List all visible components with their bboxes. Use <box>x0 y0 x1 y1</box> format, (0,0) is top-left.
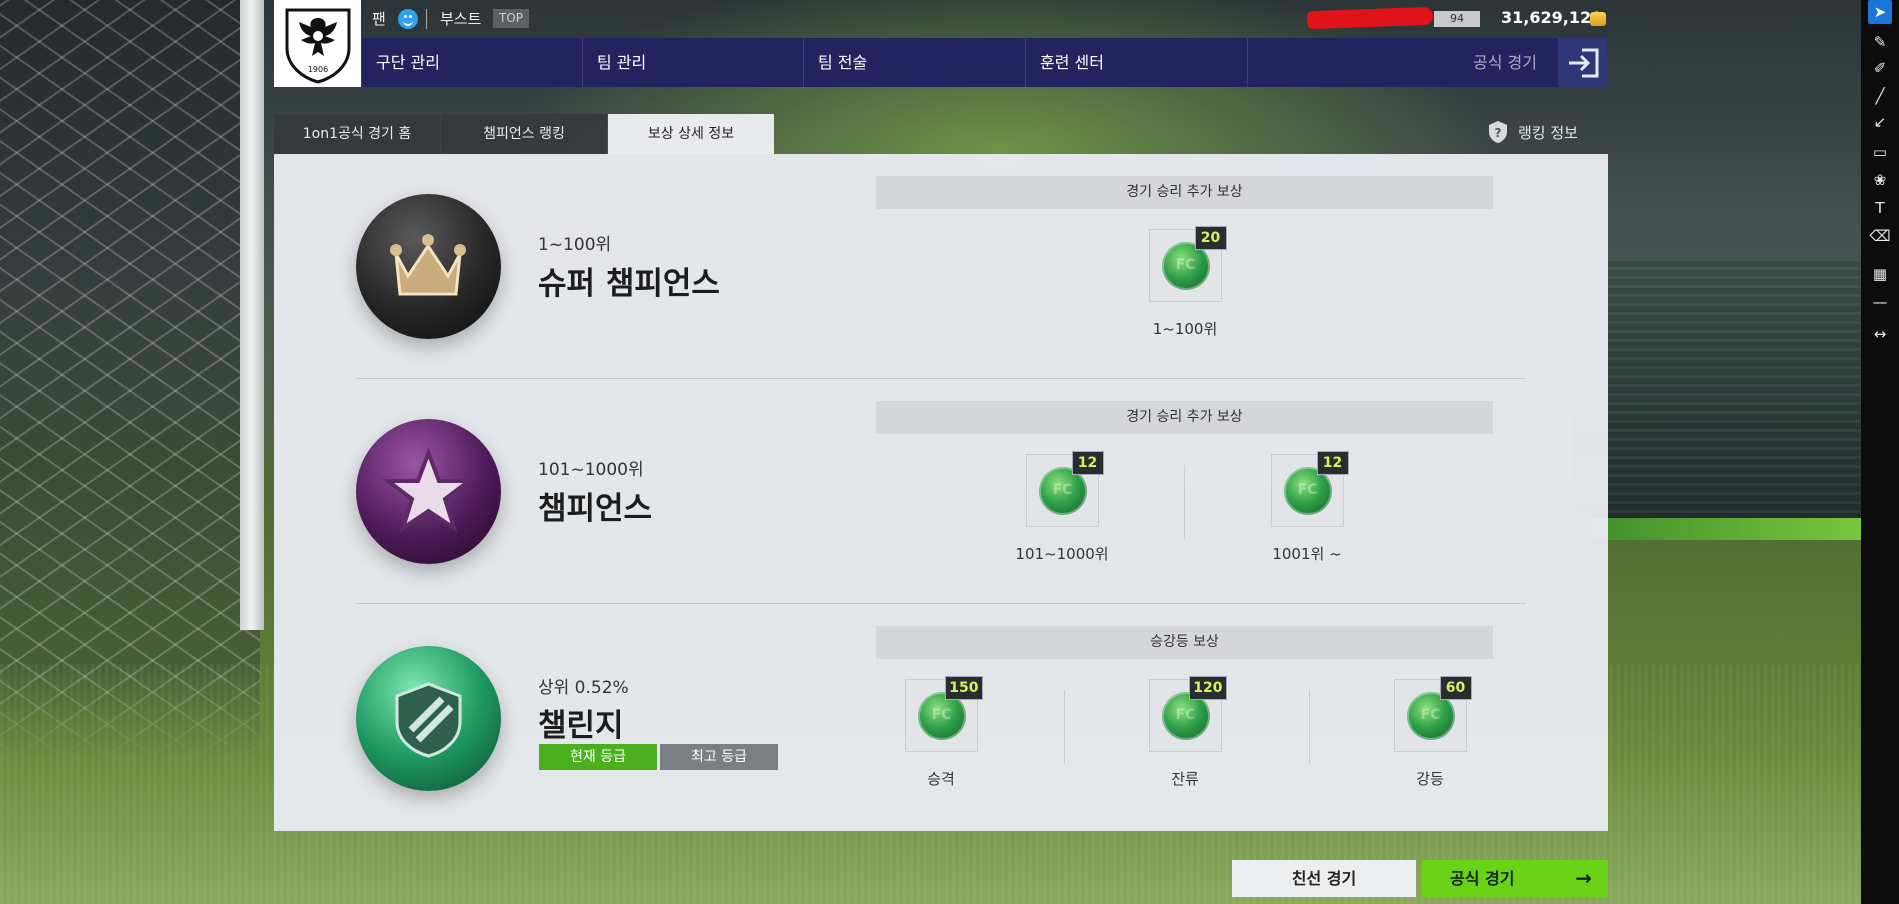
rectangle-tool-icon[interactable]: ▭ <box>1868 140 1892 164</box>
reward-item[interactable]: FC 12 1001위 ~ <box>1232 451 1382 564</box>
nav-team-management[interactable]: 팀 관리 <box>583 38 804 87</box>
reward-separator <box>1184 465 1185 539</box>
nav-training-center[interactable]: 훈련 센터 <box>1026 38 1248 87</box>
tab-champions-ranking[interactable]: 챔피언스 랭킹 <box>441 114 607 154</box>
club-logo[interactable]: 1906 <box>274 0 361 87</box>
tier-range: 101~1000위 <box>538 460 644 480</box>
reward-label: 강등 <box>1416 770 1444 788</box>
reward-box: FC 20 <box>1148 226 1227 302</box>
exit-icon <box>1568 48 1598 77</box>
reward-box: FC 150 <box>904 676 983 752</box>
stroke-width-icon[interactable]: — <box>1868 290 1892 314</box>
boost-label[interactable]: 부스트 <box>440 8 481 29</box>
current-grade-badge[interactable]: 현재 등급 <box>539 744 657 770</box>
reward-header: 경기 승리 추가 보상 <box>876 401 1493 434</box>
reward-details-panel: 1~100위 슈퍼 챔피언스 경기 승리 추가 보상 FC 20 1~100위 … <box>274 154 1608 831</box>
arrow-right-icon: → <box>1575 866 1592 890</box>
tier-row-champions: 101~1000위 챔피언스 경기 승리 추가 보상 FC 12 101~100… <box>274 379 1608 604</box>
level-badge: 94 <box>1434 11 1480 27</box>
goal-post <box>240 0 264 630</box>
tab-reward-details[interactable]: 보상 상세 정보 <box>608 114 774 154</box>
coin-balance: 31,629,120 <box>1501 8 1603 27</box>
line-tool-icon[interactable]: ╱ <box>1868 84 1892 108</box>
reward-box: FC 12 <box>1270 451 1349 527</box>
ranking-info-label: 랭킹 정보 <box>1518 123 1578 142</box>
best-grade-badge[interactable]: 최고 등급 <box>660 744 778 770</box>
challenge-ball-icon <box>356 646 501 791</box>
friendly-match-button[interactable]: 친선 경기 <box>1232 860 1416 897</box>
nav-club-management[interactable]: 구단 관리 <box>362 38 583 87</box>
reward-item[interactable]: FC 20 1~100위 <box>1110 226 1260 339</box>
boost-top-badge: TOP <box>493 9 530 28</box>
annotation-toolbar: ➤ ✎ ✐ ╱ ↙ ▭ ❀ T ⌫ ▦ — ↔ <box>1861 0 1899 904</box>
paint-tool-icon[interactable]: ❀ <box>1868 168 1892 192</box>
reward-label: 1~100위 <box>1152 320 1218 338</box>
ranking-info-button[interactable]: ? 랭킹 정보 <box>1488 118 1578 146</box>
tier-name: 챔피언스 <box>538 491 653 527</box>
reward-quantity: 60 <box>1439 676 1472 700</box>
reward-item[interactable]: FC 60 강등 <box>1355 676 1505 789</box>
tier-row-super-champions: 1~100위 슈퍼 챔피언스 경기 승리 추가 보상 FC 20 1~100위 <box>274 154 1608 379</box>
reward-label: 잔류 <box>1171 770 1199 788</box>
tab-1on1-home[interactable]: 1on1공식 경기 홈 <box>274 114 440 154</box>
eagle-crest-icon: 1906 <box>285 8 350 84</box>
reward-quantity: 150 <box>945 676 983 700</box>
crown-icon <box>390 234 466 296</box>
reward-quantity: 120 <box>1189 676 1227 700</box>
eraser-tool-icon[interactable]: ⌫ <box>1868 224 1892 248</box>
shield-question-icon: ? <box>1489 121 1507 143</box>
reward-item[interactable]: FC 12 101~1000위 <box>987 451 1137 564</box>
fan-label[interactable]: 팬 <box>372 8 386 29</box>
marker-tool-icon[interactable]: ✐ <box>1868 56 1892 80</box>
reward-header: 경기 승리 추가 보상 <box>876 176 1493 209</box>
pencil-tool-icon[interactable]: ✎ <box>1868 30 1892 54</box>
status-bar: 팬 부스트 TOP 94 31,629,120 <box>362 0 1607 38</box>
official-match-label: 공식 경기 <box>1450 869 1515 888</box>
reward-quantity: 20 <box>1194 226 1227 250</box>
stadium-stands <box>1571 260 1861 540</box>
fan-mood-icon[interactable] <box>398 9 418 29</box>
champions-ball-icon <box>356 419 501 564</box>
tier-name: 슈퍼 챔피언스 <box>538 266 720 302</box>
pointer-tool-icon[interactable]: ➤ <box>1868 0 1892 24</box>
reward-label: 1001위 ~ <box>1272 545 1342 563</box>
super-champions-ball-icon <box>356 194 501 339</box>
tier-row-challenge: 상위 0.52% 챌린지 현재 등급 최고 등급 승강등 보상 FC 150 승… <box>274 604 1608 829</box>
shield-emblem-icon <box>395 682 462 758</box>
checker-tool-icon[interactable]: ▦ <box>1868 262 1892 286</box>
resize-toggle-icon[interactable]: ↔ <box>1868 322 1892 346</box>
svg-text:?: ? <box>1495 126 1502 140</box>
exit-button[interactable] <box>1558 38 1607 87</box>
reward-item[interactable]: FC 120 잔류 <box>1110 676 1260 789</box>
tier-name: 챌린지 <box>538 708 624 744</box>
text-tool-icon[interactable]: T <box>1868 196 1892 220</box>
reward-box: FC 120 <box>1148 676 1227 752</box>
redacted-username <box>1306 6 1434 30</box>
nav-team-tactics[interactable]: 팀 전술 <box>804 38 1026 87</box>
reward-separator <box>1309 690 1310 764</box>
reward-separator <box>1064 690 1065 764</box>
reward-box: FC 12 <box>1025 451 1104 527</box>
tier-range: 1~100위 <box>538 235 612 255</box>
nav-official-match[interactable]: 공식 경기 <box>1473 38 1537 87</box>
reward-item[interactable]: FC 150 승격 <box>866 676 1016 789</box>
reward-header: 승강등 보상 <box>876 626 1493 659</box>
reward-quantity: 12 <box>1316 451 1349 475</box>
official-match-button[interactable]: 공식 경기 → <box>1422 860 1608 897</box>
reward-box: FC 60 <box>1393 676 1472 752</box>
reward-quantity: 12 <box>1071 451 1104 475</box>
reward-label: 승격 <box>927 770 955 788</box>
coin-icon <box>1590 12 1606 26</box>
star-icon <box>382 447 475 533</box>
reward-label: 101~1000위 <box>1015 545 1109 563</box>
main-nav: 구단 관리 팀 관리 팀 전술 훈련 센터 공식 경기 <box>362 38 1607 87</box>
arrow-tool-icon[interactable]: ↙ <box>1868 110 1892 134</box>
divider <box>426 9 427 29</box>
svg-text:1906: 1906 <box>307 65 327 74</box>
tier-range: 상위 0.52% <box>538 678 629 698</box>
ad-board <box>1571 518 1861 540</box>
